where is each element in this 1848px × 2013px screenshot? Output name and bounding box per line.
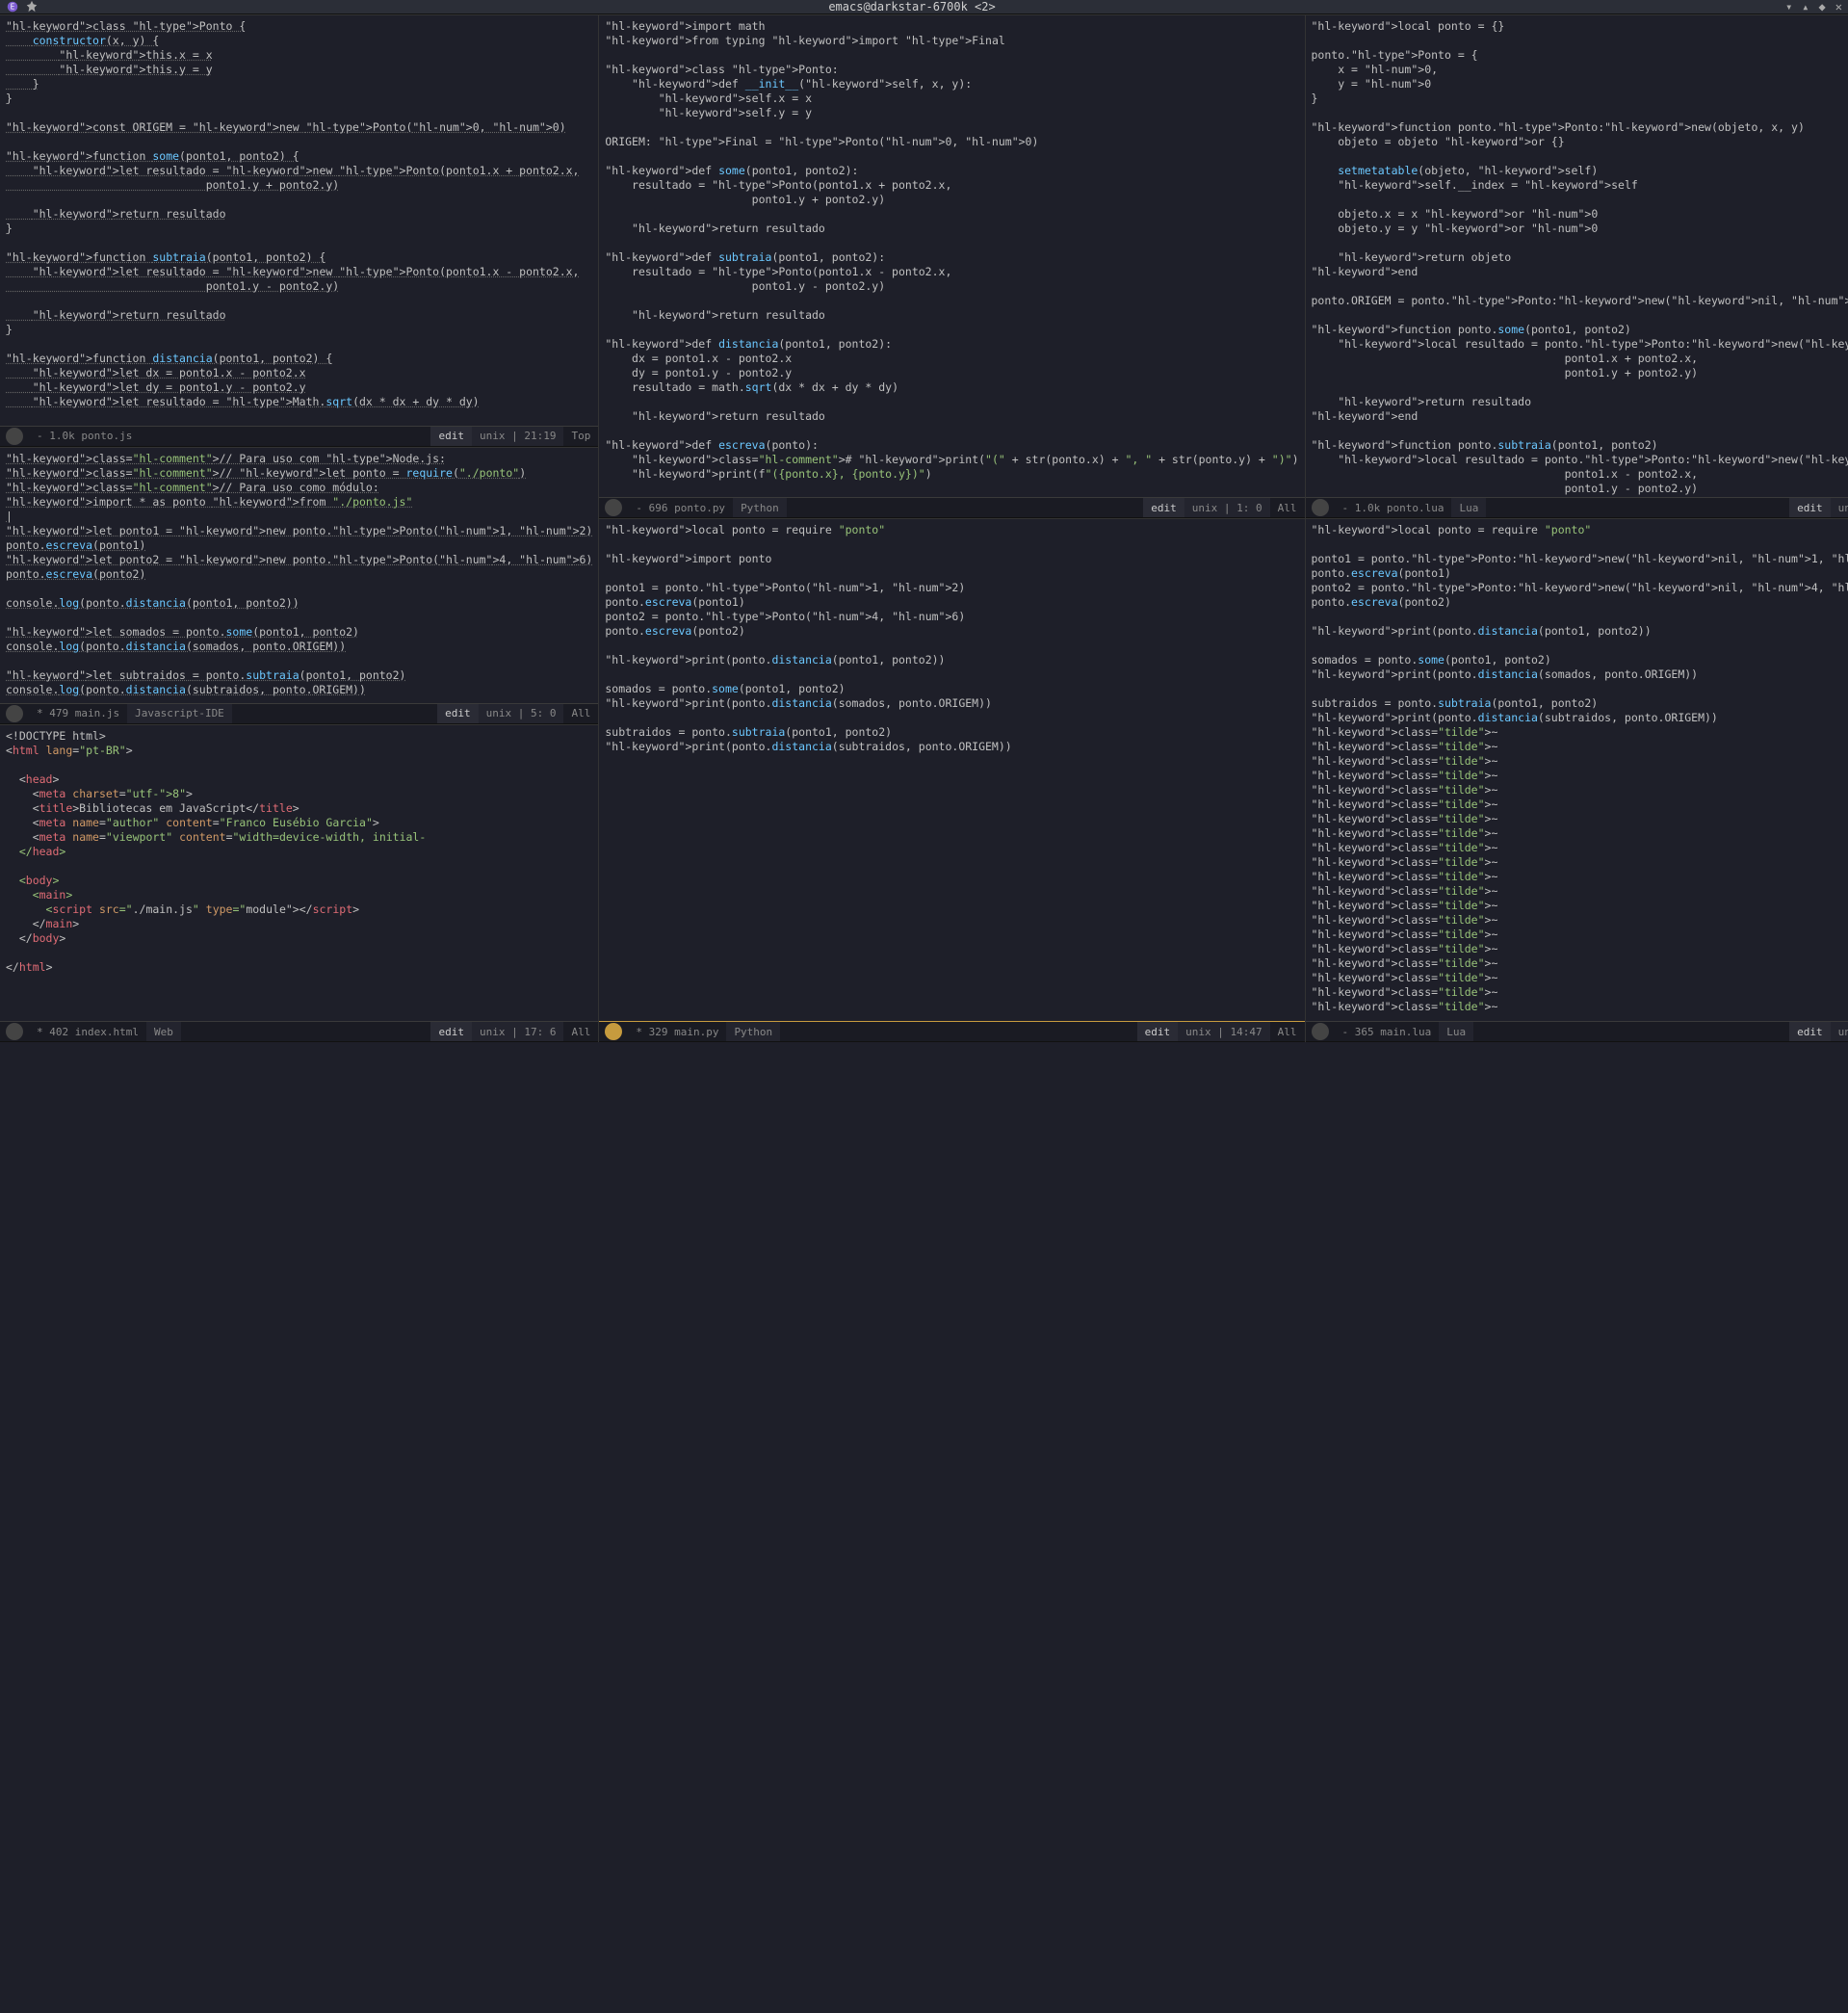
pane-main-js: "hl-keyword">class="hl-comment">// Para …	[0, 447, 598, 724]
ml-mode: Javascript-IDE	[127, 704, 232, 723]
column-lua: "hl-keyword">local ponto = {} ponto."hl-…	[1306, 15, 1848, 1042]
ml-mode: Lua	[1439, 1022, 1473, 1041]
ml-pos: All	[563, 1022, 598, 1041]
window-title: emacs@darkstar-6700k <2>	[39, 0, 1785, 13]
column-js: "hl-keyword">class "hl-type">Ponto { con…	[0, 15, 599, 1042]
pane-ponto-lua: "hl-keyword">local ponto = {} ponto."hl-…	[1306, 15, 1848, 518]
pane-index-html: <!DOCTYPE html> <html lang="pt-BR"> <hea…	[0, 724, 598, 1042]
ml-file: - 1.0k ponto.js	[29, 427, 140, 446]
ml-pos: All	[1270, 1022, 1305, 1041]
modeline-indicator-icon	[6, 428, 23, 445]
modeline-index-html[interactable]: * 402 index.html Web edit unix | 17: 6 A…	[0, 1021, 598, 1042]
titlebar-left-icons: E	[6, 0, 39, 13]
pane-main-py: "hl-keyword">local ponto = require "pont…	[599, 518, 1304, 1042]
ml-mode: Web	[146, 1022, 181, 1041]
maximize-icon[interactable]: ▴	[1802, 0, 1809, 13]
modeline-main-py[interactable]: * 329 main.py Python edit unix | 14:47 A…	[599, 1021, 1304, 1042]
window-controls: ▾ ▴ ◆ ✕	[1785, 0, 1842, 13]
minimize-icon[interactable]: ▾	[1785, 0, 1792, 13]
modeline-ponto-lua[interactable]: - 1.0k ponto.lua Lua edit unix | 1: 0 To…	[1306, 497, 1848, 518]
editor-grid: "hl-keyword">class "hl-type">Ponto { con…	[0, 14, 1848, 2013]
pane-ponto-js: "hl-keyword">class "hl-type">Ponto { con…	[0, 15, 598, 447]
modeline-main-js[interactable]: * 479 main.js Javascript-IDE edit unix |…	[0, 703, 598, 724]
ml-edit: edit	[430, 427, 472, 446]
ml-pos: All	[563, 704, 598, 723]
ml-edit: edit	[437, 704, 479, 723]
pane-ponto-py: "hl-keyword">import math "hl-keyword">fr…	[599, 15, 1304, 518]
ml-edit: edit	[1143, 498, 1184, 517]
ml-file: * 402 index.html	[29, 1022, 146, 1041]
svg-text:E: E	[11, 3, 15, 12]
modeline-indicator-icon	[1312, 499, 1329, 516]
modeline-indicator-icon	[6, 1023, 23, 1040]
modeline-indicator-icon	[605, 499, 622, 516]
buffer-main-py[interactable]: "hl-keyword">local ponto = require "pont…	[599, 519, 1304, 1021]
ml-enc: unix | 5: 0	[479, 704, 564, 723]
modeline-ponto-js[interactable]: - 1.0k ponto.js edit unix | 21:19 Top	[0, 426, 598, 447]
buffer-main-js[interactable]: "hl-keyword">class="hl-comment">// Para …	[0, 448, 598, 703]
ml-enc: unix | 17: 6	[472, 1022, 563, 1041]
buffer-ponto-lua[interactable]: "hl-keyword">local ponto = {} ponto."hl-…	[1306, 15, 1848, 497]
buffer-main-lua[interactable]: "hl-keyword">local ponto = require "pont…	[1306, 519, 1848, 1021]
modeline-main-lua[interactable]: - 365 main.lua Lua edit unix | 1: 0 All	[1306, 1021, 1848, 1042]
column-py: "hl-keyword">import math "hl-keyword">fr…	[599, 15, 1305, 1042]
ml-enc: unix | 1: 0	[1184, 498, 1270, 517]
ml-file: - 365 main.lua	[1335, 1022, 1440, 1041]
ml-edit: edit	[1789, 1022, 1831, 1041]
ml-edit: edit	[1789, 498, 1831, 517]
modeline-indicator-icon	[605, 1023, 622, 1040]
ml-pos: Top	[563, 427, 598, 446]
ml-edit: edit	[430, 1022, 472, 1041]
ml-file: * 479 main.js	[29, 704, 127, 723]
ml-mode: Lua	[1451, 498, 1486, 517]
ml-pos: All	[1270, 498, 1305, 517]
ml-edit: edit	[1137, 1022, 1179, 1041]
ml-enc: unix | 1: 0	[1831, 498, 1848, 517]
ml-file: * 329 main.py	[628, 1022, 726, 1041]
buffer-ponto-py[interactable]: "hl-keyword">import math "hl-keyword">fr…	[599, 15, 1304, 497]
buffer-index-html[interactable]: <!DOCTYPE html> <html lang="pt-BR"> <hea…	[0, 725, 598, 1021]
ml-enc: unix | 21:19	[472, 427, 563, 446]
ml-enc: unix | 1: 0	[1831, 1022, 1848, 1041]
ml-mode: Python	[733, 498, 787, 517]
ml-mode: Python	[726, 1022, 780, 1041]
emacs-app-icon: E	[6, 0, 19, 13]
ml-enc: unix | 14:47	[1178, 1022, 1269, 1041]
pane-main-lua: "hl-keyword">local ponto = require "pont…	[1306, 518, 1848, 1042]
ml-file: - 696 ponto.py	[628, 498, 733, 517]
modeline-indicator-icon	[6, 705, 23, 722]
modeline-ponto-py[interactable]: - 696 ponto.py Python edit unix | 1: 0 A…	[599, 497, 1304, 518]
restore-icon[interactable]: ◆	[1819, 0, 1826, 13]
modeline-indicator-icon	[1312, 1023, 1329, 1040]
window-titlebar: E emacs@darkstar-6700k <2> ▾ ▴ ◆ ✕	[0, 0, 1848, 14]
buffer-ponto-js[interactable]: "hl-keyword">class "hl-type">Ponto { con…	[0, 15, 598, 426]
pin-icon[interactable]	[25, 0, 39, 13]
close-icon[interactable]: ✕	[1835, 0, 1842, 13]
ml-file: - 1.0k ponto.lua	[1335, 498, 1452, 517]
